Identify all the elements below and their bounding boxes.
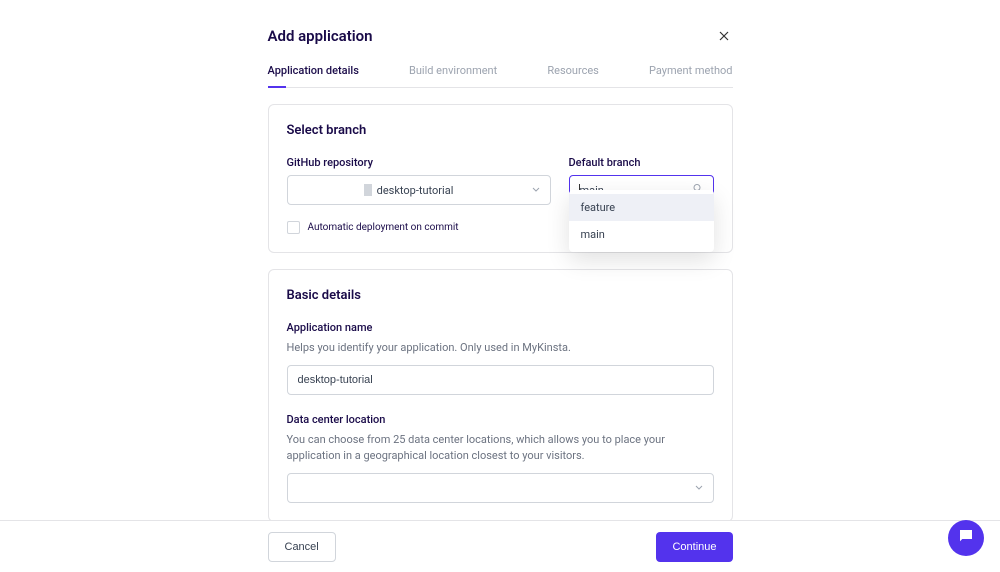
modal-title: Add application (268, 27, 373, 45)
select-branch-card: Select branch GitHub repository desktop-… (268, 104, 733, 253)
basic-details-card: Basic details Application name Helps you… (268, 269, 733, 522)
auto-deploy-label: Automatic deployment on commit (308, 222, 459, 233)
branch-dropdown: feature main (569, 190, 714, 252)
tab-payment-method[interactable]: Payment method (649, 64, 732, 87)
auto-deploy-checkbox[interactable] (287, 221, 300, 234)
tab-build-environment[interactable]: Build environment (409, 64, 497, 87)
bottom-bar: Cancel Continue (0, 520, 1000, 572)
tabs: Application details Build environment Re… (268, 64, 733, 88)
basic-details-title: Basic details (287, 288, 714, 303)
select-branch-title: Select branch (287, 123, 714, 138)
app-name-help: Helps you identify your application. Onl… (287, 340, 714, 357)
dropdown-option-main[interactable]: main (569, 221, 714, 248)
cancel-button[interactable]: Cancel (268, 532, 336, 562)
continue-button[interactable]: Continue (656, 532, 732, 562)
active-tab-indicator (268, 86, 286, 88)
chevron-down-icon (532, 185, 540, 195)
app-name-label: Application name (287, 321, 714, 334)
tab-application-details[interactable]: Application details (268, 64, 359, 87)
close-button[interactable] (715, 24, 733, 48)
dropdown-option-feature[interactable]: feature (569, 194, 714, 221)
default-branch-label: Default branch (569, 156, 714, 169)
chevron-down-icon (695, 483, 703, 493)
github-repo-label: GitHub repository (287, 156, 551, 169)
close-icon (719, 28, 729, 44)
chat-icon (957, 527, 975, 549)
repo-icon (364, 184, 372, 196)
data-center-help: You can choose from 25 data center locat… (287, 432, 714, 465)
tab-resources[interactable]: Resources (547, 64, 599, 87)
github-repo-value: desktop-tutorial (377, 184, 454, 197)
github-repo-select[interactable]: desktop-tutorial (287, 175, 551, 205)
data-center-label: Data center location (287, 413, 714, 426)
data-center-select[interactable] (287, 473, 714, 503)
chat-fab[interactable] (948, 520, 984, 556)
app-name-input[interactable] (287, 365, 714, 395)
